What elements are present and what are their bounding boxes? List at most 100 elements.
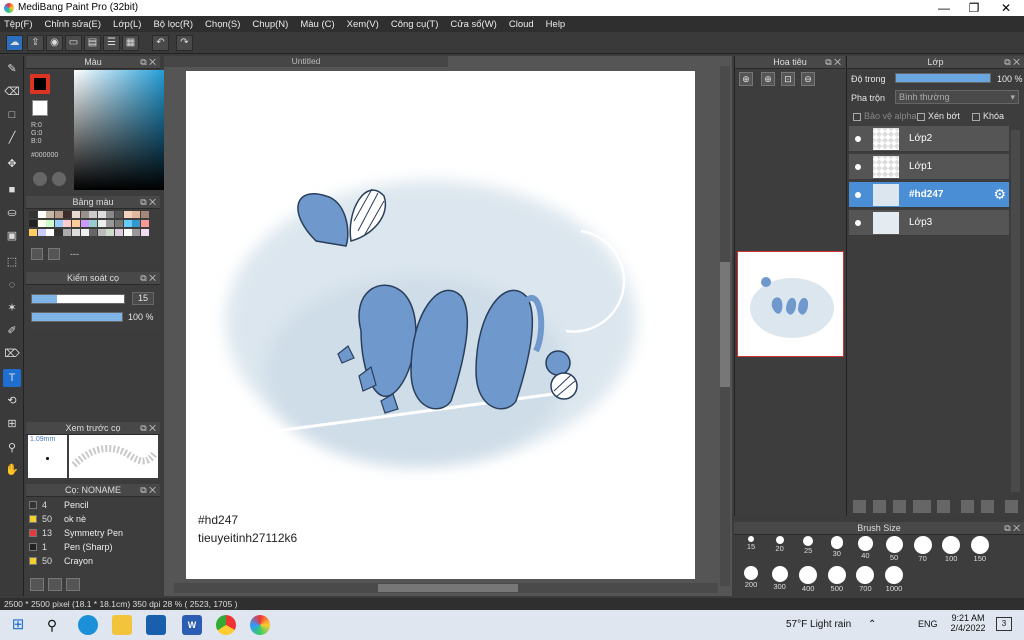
comment-icon[interactable]: ▭ (65, 35, 82, 51)
color-swatch[interactable] (80, 229, 89, 236)
brush-folder-icon[interactable] (66, 578, 80, 591)
notification-icon[interactable]: 3 (996, 617, 1012, 631)
color-swatch[interactable] (46, 211, 55, 218)
panel-close-icon[interactable]: ⧉ ✕ (140, 272, 156, 285)
brush-size-option[interactable]: 100 (938, 536, 964, 563)
select-pen-icon[interactable]: ✐ (3, 322, 21, 340)
menu-file[interactable]: Tệp(F) (4, 19, 33, 30)
zoom-in-icon[interactable]: ⊕ (739, 72, 753, 86)
navigator-thumbnail[interactable] (737, 251, 844, 357)
color-swatch[interactable] (97, 229, 106, 236)
zoom-out-icon[interactable]: ⊖ (801, 72, 815, 86)
maximize-button[interactable]: ❐ (959, 0, 989, 16)
color-swatch[interactable] (46, 220, 55, 227)
color-swatch[interactable] (72, 229, 80, 236)
trash-icon[interactable] (1005, 500, 1018, 513)
brush-size-option[interactable]: 70 (910, 536, 936, 563)
brush-size-option[interactable]: 150 (967, 536, 993, 563)
panel-close-icon[interactable]: ⧉ ✕ (825, 56, 841, 69)
hand-tool-icon[interactable]: ✋ (3, 461, 21, 479)
folder-icon[interactable] (937, 500, 950, 513)
color-swatch[interactable] (89, 220, 98, 227)
chrome-icon[interactable] (216, 615, 236, 635)
merge-layer-icon[interactable] (981, 500, 994, 513)
color-swatch[interactable] (123, 229, 132, 236)
saturation-value-picker[interactable] (74, 70, 166, 190)
brush-size-value[interactable]: 15 (132, 292, 154, 305)
menu-cloud[interactable]: Cloud (509, 19, 534, 30)
horizontal-scrollbar-thumb[interactable] (378, 584, 518, 592)
menu-snap[interactable]: Chụp(N) (252, 19, 288, 30)
redo-icon[interactable]: ↷ (176, 35, 193, 51)
line-tool-icon[interactable]: ╱ (3, 129, 21, 147)
color-swatch[interactable] (89, 211, 98, 218)
menu-view[interactable]: Xem(V) (347, 19, 379, 30)
layer-row[interactable]: Lớp3 (849, 210, 1009, 236)
eyedropper-icon[interactable]: ⚲ (3, 439, 21, 457)
brush-size-option[interactable]: 500 (824, 566, 850, 593)
menu-window[interactable]: Cửa sổ(W) (450, 19, 496, 30)
brush-item[interactable]: 4 Pencil (26, 498, 156, 512)
edge-icon[interactable] (78, 615, 98, 635)
gear-icon[interactable]: ⚙ (993, 186, 1006, 203)
lock-checkbox[interactable]: Khóa (972, 111, 1004, 121)
language-indicator[interactable]: ENG (918, 619, 938, 629)
color-swatch[interactable] (115, 229, 123, 236)
color-swatch[interactable] (46, 229, 55, 236)
new-8bit-layer-icon[interactable] (893, 500, 906, 513)
drawing-canvas[interactable]: #hd247 tieuyeitinh27112k6 (186, 71, 695, 579)
visibility-icon[interactable] (855, 192, 861, 198)
upload-icon[interactable]: ⇪ (27, 35, 44, 51)
chevron-up-icon[interactable]: ⌃ (868, 619, 876, 630)
clipping-checkbox[interactable]: Xén bớt (917, 111, 960, 121)
rect-tool-icon[interactable]: □ (3, 106, 21, 124)
color-swatch[interactable] (29, 211, 37, 218)
gradient-tool-icon[interactable]: ▣ (3, 227, 21, 245)
color-swatch[interactable] (37, 220, 46, 227)
color-swatch[interactable] (106, 220, 115, 227)
brush-size-option[interactable]: 40 (852, 536, 878, 560)
operation-tool-icon[interactable]: ⟲ (3, 392, 21, 410)
color-swatch[interactable] (132, 220, 141, 227)
menu-filter[interactable]: Bộ lọc(R) (153, 19, 193, 30)
chat-icon[interactable]: ◉ (46, 35, 63, 51)
new-layer-icon[interactable] (853, 500, 866, 513)
panel-close-icon[interactable]: ⧉ ✕ (1004, 522, 1020, 535)
clock[interactable]: 9:21 AM 2/4/2022 (948, 613, 988, 633)
menu-help[interactable]: Help (546, 19, 566, 30)
weather-text[interactable]: 57°F Light rain (786, 619, 851, 630)
brush-item[interactable]: 50 Crayon (26, 554, 156, 568)
brush-opacity-slider[interactable] (31, 312, 123, 322)
color-swatch[interactable] (140, 220, 149, 227)
blend-mode-select[interactable]: Bình thường ▾ (895, 90, 1019, 104)
layer-opacity-slider[interactable] (895, 73, 991, 83)
menu-layer[interactable]: Lớp(L) (113, 19, 141, 30)
panel-close-icon[interactable]: ⧉ ✕ (140, 484, 156, 497)
document-tab[interactable]: Untitled (164, 56, 448, 67)
color-swatch[interactable] (80, 220, 89, 227)
medibang-icon[interactable] (250, 615, 270, 635)
color-swatch[interactable] (29, 229, 37, 236)
brush-add-icon[interactable] (30, 578, 44, 591)
menu-edit[interactable]: Chỉnh sửa(E) (45, 19, 102, 30)
color-swatch[interactable] (63, 211, 72, 218)
store-icon[interactable] (146, 615, 166, 635)
visibility-icon[interactable] (855, 164, 861, 170)
brush-copy-icon[interactable] (48, 578, 62, 591)
color-swatch[interactable] (132, 229, 141, 236)
color-swatch[interactable] (140, 229, 149, 236)
select-eraser-icon[interactable]: ⌦ (3, 345, 21, 363)
protect-alpha-checkbox[interactable]: Bảo vệ alpha (853, 111, 917, 121)
color-swatch[interactable] (37, 229, 46, 236)
brush-tool-icon[interactable]: ✎ (3, 60, 21, 78)
menu-select[interactable]: Chọn(S) (205, 19, 240, 30)
cloud-icon[interactable]: ☁ (6, 35, 23, 51)
page-icon[interactable]: ▤ (84, 35, 101, 51)
select-tool-icon[interactable]: ⬚ (3, 253, 21, 271)
color-swatch[interactable] (29, 220, 37, 227)
brush-item[interactable]: 1 Pen (Sharp) (26, 540, 156, 554)
layer-row[interactable]: Lớp1 (849, 154, 1009, 180)
close-button[interactable]: ✕ (991, 0, 1021, 16)
color-swatch[interactable] (54, 220, 63, 227)
brush-size-option[interactable]: 30 (824, 536, 850, 558)
